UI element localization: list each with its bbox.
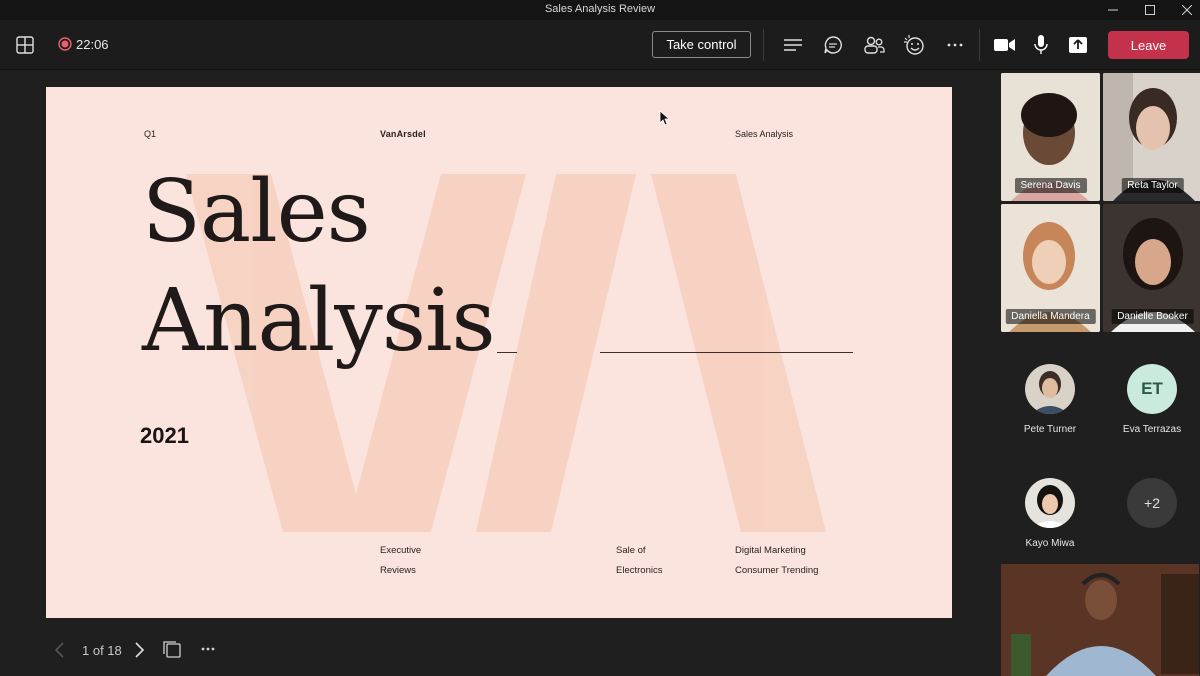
title-bar: Sales Analysis Review <box>0 0 1200 20</box>
reactions-button[interactable] <box>902 33 926 57</box>
roster-participant[interactable]: Pete Turner <box>1000 364 1100 474</box>
leave-button[interactable]: Leave <box>1108 31 1189 59</box>
participant-name: Reta Taylor <box>1121 178 1184 193</box>
reactions-icon <box>904 35 924 55</box>
take-control-button[interactable]: Take control <box>652 31 751 58</box>
slide-more-button[interactable] <box>200 641 218 657</box>
roster-participant[interactable]: ET Eva Terrazas <box>1102 364 1200 474</box>
footer-item: Sale of Electronics <box>616 541 662 581</box>
slide-page-indicator: 1 of 18 <box>82 643 122 658</box>
title-underline <box>497 352 517 353</box>
self-video <box>1001 564 1199 676</box>
previous-slide-button[interactable] <box>52 641 68 659</box>
participant-name: Danielle Booker <box>1111 309 1194 324</box>
record-icon <box>58 37 72 51</box>
chat-icon <box>824 36 842 54</box>
people-icon <box>864 36 885 54</box>
minimize-button[interactable] <box>1094 0 1132 20</box>
video-tile[interactable]: Reta Taylor <box>1103 73 1200 201</box>
slide-thumbnails-button[interactable] <box>162 640 182 660</box>
toolbar-divider <box>979 29 980 61</box>
avatar: ET <box>1127 364 1177 414</box>
chat-list-button[interactable] <box>782 34 804 56</box>
meeting-toolbar: 22:06 Take control Leave <box>0 20 1200 70</box>
people-button[interactable] <box>862 34 886 56</box>
window-title: Sales Analysis Review <box>544 3 656 15</box>
footer-line2: Reviews <box>380 565 416 576</box>
brand-logo-text: VanArsdel <box>380 129 426 139</box>
shared-slide: Q1 VanArsdel Sales Analysis Sales Analys… <box>46 87 952 618</box>
thumbnails-icon <box>163 641 181 658</box>
footer-item: Executive Reviews <box>380 541 421 581</box>
participant-name: Pete Turner <box>1023 424 1077 435</box>
chat-list-icon <box>784 39 802 51</box>
footer-line2: Consumer Trending <box>735 565 819 576</box>
camera-button[interactable] <box>993 34 1017 56</box>
layout-icon <box>16 36 34 54</box>
toolbar-divider <box>763 29 764 61</box>
title-rule <box>600 352 853 353</box>
meeting-timer: 22:06 <box>76 37 109 52</box>
maximize-button[interactable] <box>1131 0 1169 20</box>
close-icon <box>1182 5 1192 15</box>
share-button[interactable] <box>1067 34 1089 56</box>
video-tile[interactable]: Daniella Mandera <box>1001 204 1100 332</box>
participant-name: Kayo Miwa <box>1025 538 1075 549</box>
video-tile[interactable]: Serena Davis <box>1001 73 1100 201</box>
chat-button[interactable] <box>822 34 844 56</box>
avatar <box>1025 478 1075 528</box>
footer-line2: Electronics <box>616 565 663 576</box>
self-video-feed <box>1001 564 1199 676</box>
participant-name: Eva Terrazas <box>1122 424 1182 435</box>
slide-header-right: Sales Analysis <box>735 129 794 139</box>
maximize-icon <box>1145 5 1155 15</box>
mic-button[interactable] <box>1031 33 1051 57</box>
participant-name: Daniella Mandera <box>1005 309 1096 324</box>
more-icon <box>201 647 215 651</box>
mouse-cursor-icon <box>659 110 671 126</box>
share-icon <box>1069 37 1087 53</box>
mic-icon <box>1034 35 1048 54</box>
footer-item: Digital Marketing Consumer Trending <box>735 541 818 581</box>
avatar <box>1025 364 1075 414</box>
footer-line1: Sale of <box>616 545 646 556</box>
chevron-right-icon <box>135 642 145 658</box>
slide-title-line2: Analysis <box>142 271 496 371</box>
video-tile[interactable]: Danielle Booker <box>1103 204 1200 332</box>
more-options-button[interactable] <box>944 34 966 56</box>
next-slide-button[interactable] <box>131 641 147 659</box>
close-button[interactable] <box>1168 0 1200 20</box>
more-icon <box>947 43 963 47</box>
slide-title-line1: Sales <box>142 162 371 262</box>
participant-name: Serena Davis <box>1014 178 1087 193</box>
chevron-left-icon <box>54 642 64 658</box>
quarter-label: Q1 <box>144 129 157 139</box>
more-participants-count: +2 <box>1127 478 1177 528</box>
camera-icon <box>994 39 1015 51</box>
footer-line1: Digital Marketing <box>735 545 806 556</box>
slide-year: 2021 <box>140 423 189 448</box>
footer-line1: Executive <box>380 545 422 556</box>
minimize-icon <box>1108 9 1118 11</box>
layout-button[interactable] <box>14 34 36 56</box>
